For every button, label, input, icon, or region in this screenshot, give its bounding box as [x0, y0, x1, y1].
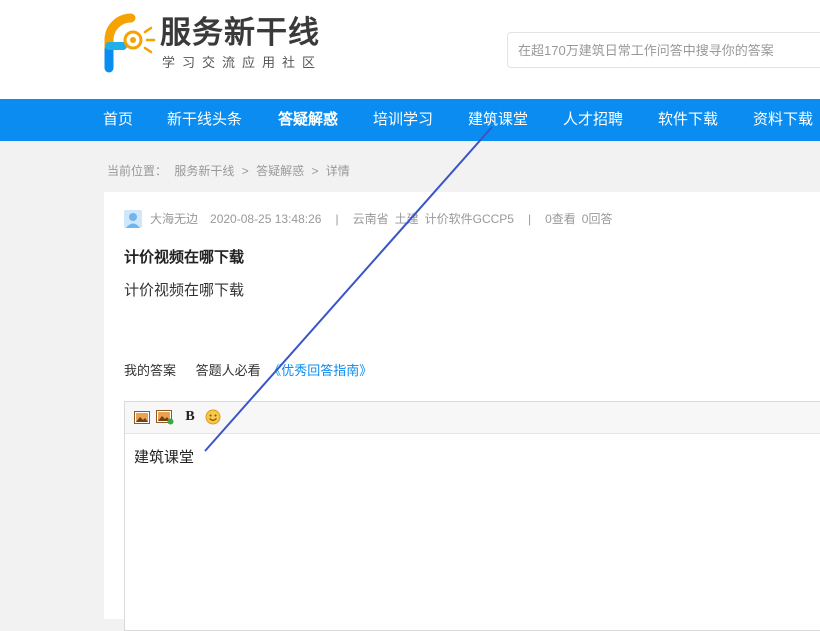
logo-title[interactable]: 服务新干线: [160, 13, 320, 53]
meta-divider: |: [527, 212, 532, 226]
meta-divider: |: [335, 212, 339, 226]
editor-content[interactable]: 建筑课堂: [134, 448, 194, 468]
must-read-label: 答题人必看: [195, 363, 261, 378]
nav-item-qa[interactable]: 答疑解惑: [278, 99, 338, 141]
emoji-icon[interactable]: [204, 408, 222, 426]
nav-item-home[interactable]: 首页: [103, 99, 133, 141]
view-count: 0查看: [545, 212, 576, 226]
software-tag[interactable]: 计价软件GCCP5: [425, 210, 514, 228]
breadcrumb-separator: >: [241, 164, 249, 178]
breadcrumb-item-qa[interactable]: 答疑解惑: [256, 164, 304, 178]
logo-subtitle: 学习交流应用社区: [162, 55, 323, 70]
breadcrumb-item-detail: 详情: [325, 164, 350, 178]
nav-item-software[interactable]: 软件下载: [658, 99, 718, 141]
nav-item-jobs[interactable]: 人才招聘: [563, 99, 623, 141]
logo-icon[interactable]: [101, 10, 157, 74]
my-answer-label: 我的答案: [124, 363, 177, 378]
nav-item-classroom[interactable]: 建筑课堂: [468, 99, 528, 141]
question-title: 计价视频在哪下载: [124, 249, 245, 266]
answer-editor: B 建筑课堂: [124, 401, 820, 631]
nav-item-headlines[interactable]: 新干线头条: [167, 99, 242, 141]
breadcrumb-prefix: 当前位置：: [107, 164, 168, 178]
post-datetime: 2020-08-25 13:48:26: [210, 212, 322, 226]
breadcrumb: 当前位置： 服务新干线 > 答疑解惑 > 详情: [107, 162, 354, 180]
breadcrumb-item-home[interactable]: 服务新干线: [174, 164, 234, 178]
question-meta: 大海无边 2020-08-25 13:48:26 | 云南省 土建 计价软件GC…: [124, 210, 612, 228]
image-icon[interactable]: [133, 408, 151, 426]
category-tag[interactable]: 土建: [395, 210, 419, 228]
nav-item-training[interactable]: 培训学习: [373, 99, 433, 141]
editor-toolbar: B: [125, 402, 820, 434]
breadcrumb-separator: >: [311, 164, 319, 178]
bold-icon[interactable]: B: [181, 408, 199, 426]
question-card: 大海无边 2020-08-25 13:48:26 | 云南省 土建 计价软件GC…: [104, 192, 820, 631]
avatar[interactable]: [124, 210, 142, 228]
question-body: 计价视频在哪下载: [124, 282, 245, 299]
answer-guide-link[interactable]: 《优秀回答指南》: [268, 363, 372, 378]
main-nav: 首页 新干线头条 答疑解惑 培训学习 建筑课堂 人才招聘 软件下载 资料下载: [0, 99, 820, 141]
search-box[interactable]: [507, 32, 820, 68]
answer-header: 我的答案 答题人必看 《优秀回答指南》: [124, 362, 372, 380]
site-header: 服务新干线 学习交流应用社区: [0, 0, 820, 99]
author-name[interactable]: 大海无边: [150, 210, 198, 228]
region-tag[interactable]: 云南省: [353, 210, 389, 228]
image-upload-icon[interactable]: [156, 408, 174, 426]
nav-item-resources[interactable]: 资料下载: [753, 99, 813, 141]
search-input[interactable]: [508, 33, 820, 67]
answer-count: 0回答: [581, 212, 613, 226]
